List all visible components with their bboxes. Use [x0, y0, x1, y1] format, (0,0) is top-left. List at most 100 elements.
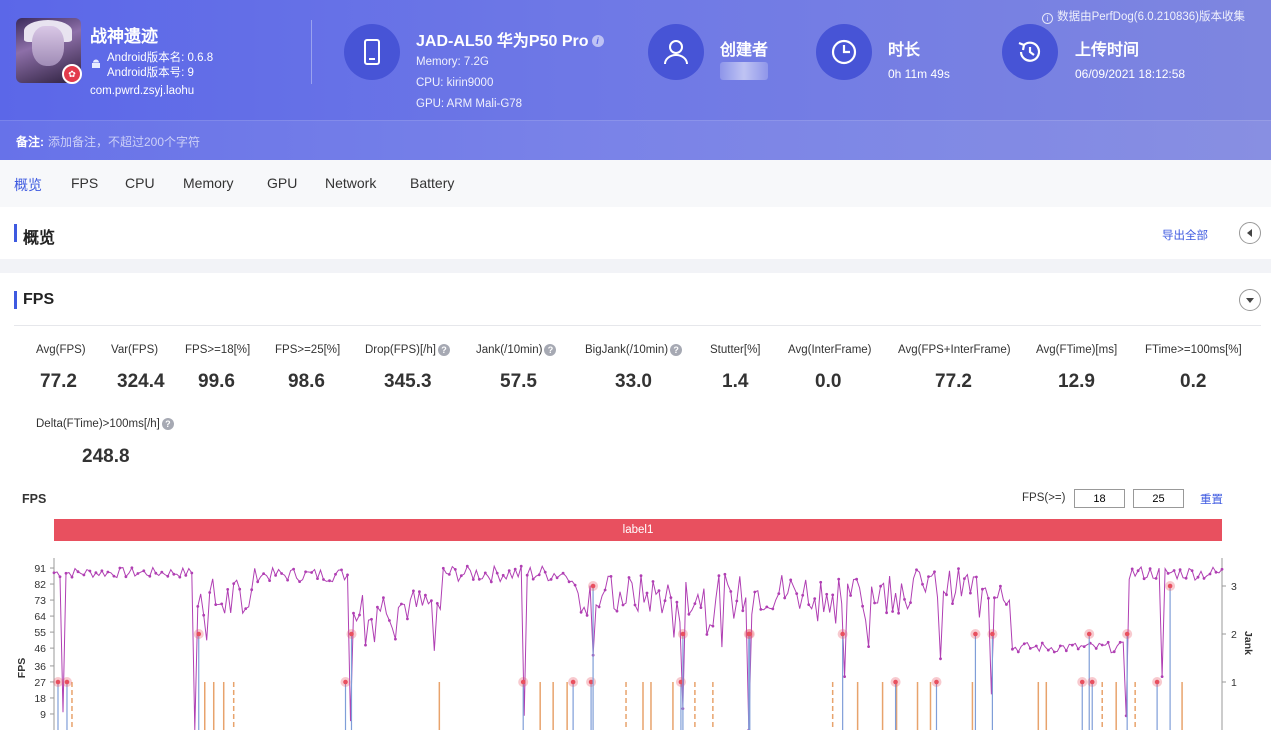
- fps-point: [202, 613, 206, 617]
- fps-point: [801, 593, 805, 597]
- fps-point: [993, 596, 996, 600]
- fps-point: [1058, 644, 1062, 648]
- fps-point: [1064, 649, 1068, 653]
- fps-point: [723, 572, 727, 576]
- fps-threshold-high-input[interactable]: [1133, 489, 1184, 508]
- fps-point: [849, 594, 852, 597]
- app-version-info: Android版本名: 0.6.8 Android版本号: 9: [107, 51, 213, 81]
- expand-button[interactable]: [1239, 289, 1261, 311]
- help-icon[interactable]: ?: [161, 418, 174, 430]
- collapse-button[interactable]: [1239, 222, 1261, 244]
- metric-value: 324.4: [117, 371, 165, 392]
- help-icon[interactable]: ?: [544, 344, 557, 356]
- metric-label: Delta(FTime)>100ms[/h]?: [36, 418, 174, 430]
- metric-value: 0.0: [815, 371, 842, 392]
- fps-point: [1178, 568, 1182, 572]
- tab-memory[interactable]: Memory: [183, 175, 234, 191]
- fps-point: [136, 572, 140, 575]
- fps-point: [292, 567, 295, 571]
- metric-label: Var(FPS): [111, 344, 159, 356]
- fps-point: [1106, 640, 1110, 644]
- fps-point: [843, 675, 846, 678]
- fps-point: [130, 566, 134, 570]
- fps-point: [430, 599, 433, 602]
- jank-marker: [1086, 631, 1092, 637]
- metric-value: 33.0: [615, 371, 652, 392]
- y-tick-label: 9: [40, 709, 46, 721]
- tab-network[interactable]: Network: [325, 175, 376, 191]
- fps-point: [1082, 645, 1086, 648]
- fps-point: [1148, 567, 1152, 571]
- tab-fps[interactable]: FPS: [71, 175, 98, 191]
- fps-point: [268, 579, 271, 582]
- fps-point: [909, 601, 912, 604]
- fps-point: [1214, 570, 1218, 574]
- overview-title: 概览: [23, 230, 56, 247]
- report-header: ✿ 战神遗迹 Android版本名: 0.6.8 Android版本号: 9 c…: [0, 0, 1271, 160]
- fps-point: [759, 608, 763, 611]
- help-icon[interactable]: ?: [437, 344, 450, 356]
- fps-point: [118, 566, 122, 570]
- jank-marker: [343, 679, 348, 685]
- fps-point: [645, 591, 649, 595]
- remark-input[interactable]: 添加备注，不超过200个字符: [48, 133, 200, 150]
- fps-chart[interactable]: 91 82 73 64 55 46 36 27 18 9 3 2 1 FPS Jank: [0, 548, 1271, 730]
- remark-bar[interactable]: 备注: 添加备注，不超过200个字符: [0, 120, 1271, 160]
- fps-point: [178, 575, 182, 579]
- caret-left-icon: [1247, 229, 1252, 237]
- tab-overview[interactable]: 概览: [14, 175, 42, 195]
- android-version-code: Android版本号: 9: [107, 67, 194, 79]
- fps-point: [154, 571, 158, 575]
- metric-value: 12.9: [1058, 371, 1095, 392]
- fps-point: [435, 602, 439, 605]
- fps-point: [705, 633, 709, 636]
- y-tick-label: 91: [34, 563, 46, 575]
- y2-tick-label: 1: [1231, 677, 1237, 689]
- fps-point: [939, 657, 942, 661]
- reset-link[interactable]: 重置: [1200, 491, 1223, 507]
- android-version-name: Android版本名: 0.6.8: [107, 52, 214, 64]
- export-all-link[interactable]: 导出全部: [1162, 227, 1208, 243]
- fps-point: [148, 574, 152, 578]
- fps-point: [483, 571, 487, 575]
- jank-marker: [1124, 631, 1130, 637]
- fps-point: [549, 578, 553, 581]
- tab-battery[interactable]: Battery: [410, 175, 454, 191]
- jank-marker: [990, 631, 995, 637]
- upload-icon-circle: [1002, 24, 1058, 80]
- fps-point: [1005, 603, 1008, 606]
- y-tick-label: 82: [34, 579, 46, 591]
- fps-point: [1172, 569, 1176, 572]
- caret-down-icon: [1246, 298, 1254, 303]
- fps-point: [250, 588, 254, 592]
- fps-point: [256, 580, 260, 584]
- fps-point: [729, 590, 733, 593]
- info-icon[interactable]: i: [591, 35, 604, 47]
- fps-point: [477, 577, 481, 581]
- metric-value: 77.2: [40, 371, 77, 392]
- fps-point: [310, 571, 313, 574]
- tab-gpu[interactable]: GPU: [267, 175, 297, 191]
- fps-point: [142, 569, 146, 573]
- fps-point: [981, 587, 984, 591]
- label-bar[interactable]: label1: [54, 519, 1222, 541]
- y-tick-label: 36: [34, 661, 46, 673]
- y-tick-label: 27: [34, 677, 46, 689]
- fps-point: [471, 578, 475, 581]
- fps-point: [573, 583, 577, 587]
- fps-point: [1011, 647, 1014, 651]
- fps-point: [489, 580, 493, 584]
- fps-point: [855, 577, 858, 581]
- jank-marker: [934, 679, 939, 685]
- user-icon: [664, 40, 688, 65]
- metric-label: Avg(FPS): [36, 344, 86, 356]
- metric-value: 99.6: [198, 371, 235, 392]
- help-icon[interactable]: ?: [670, 344, 683, 356]
- fps-threshold-low-input[interactable]: [1074, 489, 1125, 508]
- jank-marker: [747, 631, 753, 637]
- metric-label: FPS>=18[%]: [185, 344, 251, 356]
- tab-cpu[interactable]: CPU: [125, 175, 155, 191]
- fps-point: [525, 573, 529, 577]
- fps-point: [663, 599, 667, 603]
- fps-point: [621, 603, 625, 607]
